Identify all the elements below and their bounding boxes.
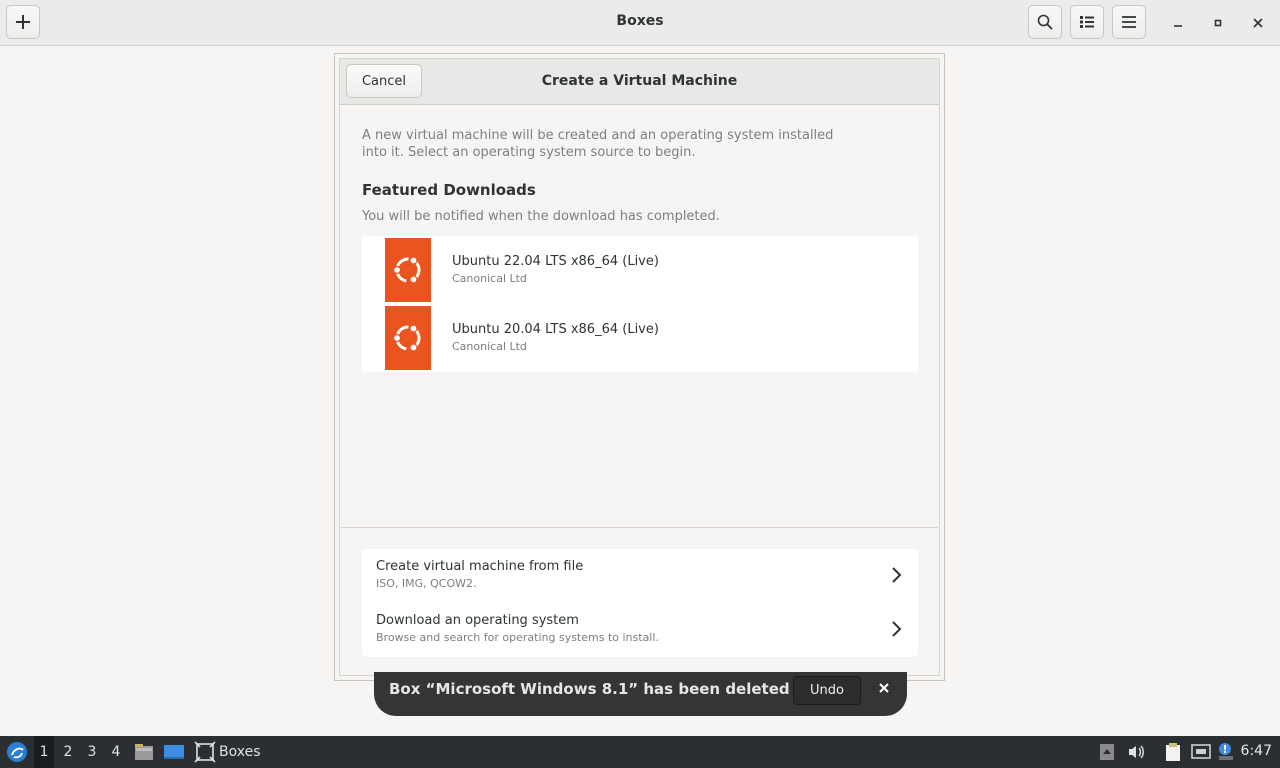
os-vendor: Canonical Ltd (452, 272, 527, 285)
notification-icon (1219, 743, 1233, 760)
header-bar: Boxes (0, 0, 1280, 46)
network-button[interactable] (1190, 736, 1212, 768)
list-view-button[interactable] (1070, 5, 1104, 39)
featured-downloads-list: Ubuntu 22.04 LTS x86_64 (Live) Canonical… (362, 236, 918, 372)
action-title: Download an operating system (376, 613, 579, 628)
chevron-right-icon (892, 567, 902, 583)
dialog-header: Cancel Create a Virtual Machine (340, 59, 939, 105)
featured-item-ubuntu-2004[interactable]: Ubuntu 20.04 LTS x86_64 (Live) Canonical… (362, 304, 918, 372)
create-from-file-row[interactable]: Create virtual machine from file ISO, IM… (362, 549, 918, 603)
desktop-launcher[interactable] (163, 736, 185, 768)
intro-text: A new virtual machine will be created an… (362, 127, 882, 161)
os-name: Ubuntu 22.04 LTS x86_64 (Live) (452, 254, 659, 269)
action-subtitle: ISO, IMG, QCOW2. (376, 577, 477, 590)
ubuntu-logo-icon (385, 306, 431, 370)
list-view-icon (1080, 16, 1094, 28)
os-vendor: Canonical Ltd (452, 340, 527, 353)
workspace-3[interactable]: 3 (82, 736, 102, 768)
intro-line-1: A new virtual machine will be created an… (362, 128, 834, 143)
maximize-button[interactable] (1206, 11, 1230, 35)
tray-expand-button[interactable] (1098, 736, 1116, 768)
network-icon (1191, 744, 1211, 759)
download-os-row[interactable]: Download an operating system Browse and … (362, 603, 918, 657)
intro-line-2: into it. Select an operating system sour… (362, 145, 696, 160)
desktop-icon (164, 745, 184, 759)
toast-close-button[interactable] (874, 678, 894, 698)
taskbar-app-label: Boxes (219, 744, 261, 760)
volume-button[interactable] (1126, 736, 1146, 768)
boxes-app-icon (194, 741, 216, 763)
clipboard-button[interactable] (1162, 736, 1184, 768)
featured-downloads-subtitle: You will be notified when the download h… (362, 209, 720, 224)
search-icon (1037, 14, 1053, 30)
maximize-icon (1214, 19, 1222, 27)
file-manager-launcher[interactable] (134, 736, 154, 768)
dialog-content: Cancel Create a Virtual Machine A new vi… (339, 58, 940, 676)
taskbar-app-boxes[interactable]: Boxes (194, 736, 266, 768)
separator (341, 527, 938, 528)
featured-item-ubuntu-2204[interactable]: Ubuntu 22.04 LTS x86_64 (Live) Canonical… (362, 236, 918, 304)
distro-logo-icon (7, 742, 27, 762)
close-window-button[interactable] (1246, 11, 1270, 35)
speaker-icon (1129, 745, 1144, 759)
clock: 6:47 (1240, 743, 1272, 759)
ubuntu-logo-icon (385, 238, 431, 302)
hamburger-icon (1122, 16, 1136, 28)
clipboard-icon (1166, 743, 1180, 761)
close-icon (879, 683, 889, 693)
arrow-up-icon (1100, 744, 1114, 760)
deleted-toast: Box “Microsoft Windows 8.1” has been del… (374, 672, 907, 716)
workspace-1[interactable]: 1 (34, 736, 54, 768)
main-menu-button[interactable] (1112, 5, 1146, 39)
search-button[interactable] (1028, 5, 1062, 39)
minimize-icon (1174, 25, 1182, 27)
taskbar: 1 2 3 4 Boxes 6:47 (0, 736, 1280, 768)
notifications-button[interactable] (1216, 736, 1236, 768)
app-menu-button[interactable] (4, 736, 30, 768)
source-actions-list: Create virtual machine from file ISO, IM… (362, 549, 918, 657)
dialog-title: Create a Virtual Machine (541, 73, 738, 89)
featured-downloads-heading: Featured Downloads (362, 181, 536, 199)
action-title: Create virtual machine from file (376, 559, 584, 574)
action-subtitle: Browse and search for operating systems … (376, 631, 659, 644)
create-vm-dialog: Cancel Create a Virtual Machine A new vi… (334, 53, 945, 681)
toast-message: Box “Microsoft Windows 8.1” has been del… (389, 680, 790, 698)
folder-icon (135, 744, 153, 760)
close-icon (1253, 18, 1263, 28)
workspace-4[interactable]: 4 (106, 736, 126, 768)
os-name: Ubuntu 20.04 LTS x86_64 (Live) (452, 322, 659, 337)
workspace-2[interactable]: 2 (58, 736, 78, 768)
chevron-right-icon (892, 621, 902, 637)
undo-button[interactable]: Undo (793, 676, 861, 705)
minimize-button[interactable] (1166, 11, 1190, 35)
